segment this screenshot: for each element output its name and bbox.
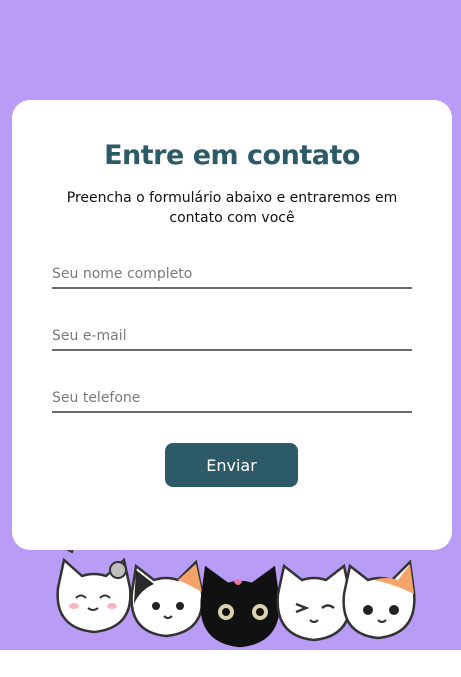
cat-icon xyxy=(130,559,204,638)
cat-icon xyxy=(200,565,280,648)
name-input[interactable] xyxy=(52,261,412,289)
contact-card: Entre em contato Preencha o formulário a… xyxy=(12,100,452,550)
cat-icon xyxy=(276,563,352,642)
phone-input[interactable] xyxy=(52,385,412,413)
contact-subtitle: Preencha o formulário abaixo e entraremo… xyxy=(66,190,398,226)
cat-icon xyxy=(342,559,416,640)
page-footer-strip xyxy=(0,650,461,677)
contact-title: Entre em contato xyxy=(104,140,360,171)
submit-button[interactable]: Enviar xyxy=(165,443,298,487)
email-input[interactable] xyxy=(52,323,412,351)
cat-icon xyxy=(56,557,132,634)
